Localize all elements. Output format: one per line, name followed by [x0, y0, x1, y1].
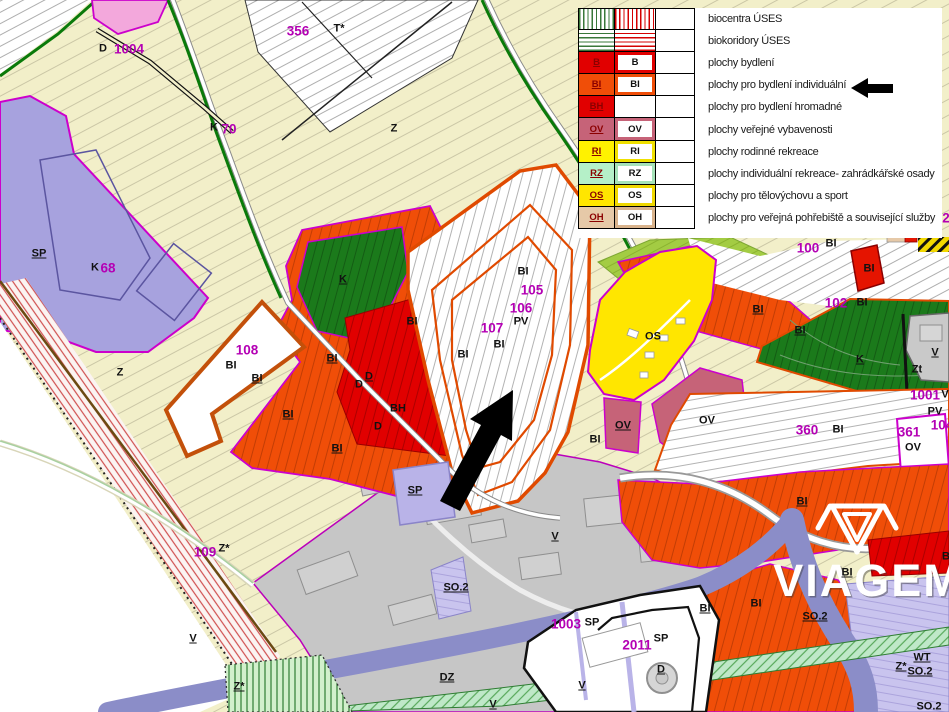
legend-swatch [656, 8, 695, 30]
legend-swatch [656, 163, 695, 185]
legend-row: OSOS plochy pro tělovýchovu a sport [578, 185, 942, 207]
legend-swatch [615, 96, 656, 118]
legend-row: biocentra ÚSES [578, 8, 942, 30]
legend-swatch [578, 8, 615, 30]
legend-swatch: OV [615, 118, 656, 140]
legend-swatch: RI [615, 141, 656, 163]
legend-swatch: RI [578, 141, 615, 163]
viagem-watermark-text: VIAGEM [773, 555, 949, 606]
legend-swatch [615, 8, 656, 30]
legend-swatch: B [615, 52, 656, 74]
legend-swatch [656, 207, 695, 229]
legend-swatch [578, 30, 615, 52]
region-ov-small [604, 398, 641, 453]
legend-label: biokoridory ÚSES [695, 30, 942, 52]
legend-swatch [656, 141, 695, 163]
legend-label: biocentra ÚSES [695, 8, 942, 30]
legend-swatch: RZ [615, 163, 656, 185]
legend-panel: biocentra ÚSESbiokoridory ÚSESBBplochy b… [578, 8, 942, 238]
legend-row: BH plochy pro bydlení hromadné [578, 96, 942, 118]
legend-swatch: OH [578, 207, 615, 229]
legend-swatch [656, 30, 695, 52]
legend-swatch: OS [578, 185, 615, 207]
legend-label: plochy bydlení [695, 52, 942, 74]
legend-row: OHOH plochy pro veřejná pohřebiště a souv… [578, 207, 942, 229]
legend-label: plochy pro bydlení hromadné [695, 96, 942, 118]
legend-swatch: BH [578, 96, 615, 118]
legend-row: RZRZ plochy individuální rekreace- zahrád… [578, 163, 942, 185]
legend-row: biokoridory ÚSES [578, 30, 942, 52]
legend-swatch: B [578, 52, 615, 74]
legend-swatch [656, 74, 695, 96]
legend-row: OVOV plochy veřejné vybavenosti [578, 118, 942, 140]
legend-label: plochy rodinné rekreace [695, 141, 942, 163]
legend-swatch: RZ [578, 163, 615, 185]
legend-swatch [656, 96, 695, 118]
legend-swatch [656, 118, 695, 140]
legend-arrow-icon [851, 78, 895, 98]
legend-row: RIRI plochy rodinné rekreace [578, 141, 942, 163]
legend-label: plochy pro bydlení individuální [695, 74, 942, 96]
legend-swatch: OV [578, 118, 615, 140]
legend-rows: biocentra ÚSESbiokoridory ÚSESBBplochy b… [578, 8, 942, 229]
legend-swatch [656, 185, 695, 207]
legend-label: plochy individuální rekreace- zahrádkářs… [695, 163, 942, 185]
legend-swatch [656, 52, 695, 74]
legend-swatch: OS [615, 185, 656, 207]
legend-label: plochy pro veřejná pohřebiště a souvisej… [695, 207, 942, 229]
legend-row: BBplochy bydlení [578, 52, 942, 74]
legend-label: plochy pro tělovýchovu a sport [695, 185, 942, 207]
zoning-map-viewport: VIAGEM VIAGEM D1004356T*K70ZSPK68Z108BIB… [0, 0, 949, 712]
legend-swatch: OH [615, 207, 656, 229]
legend-swatch [615, 30, 656, 52]
legend-swatch: BI [615, 74, 656, 96]
legend-swatch: BI [578, 74, 615, 96]
legend-label: plochy veřejné vybavenosti [695, 118, 942, 140]
